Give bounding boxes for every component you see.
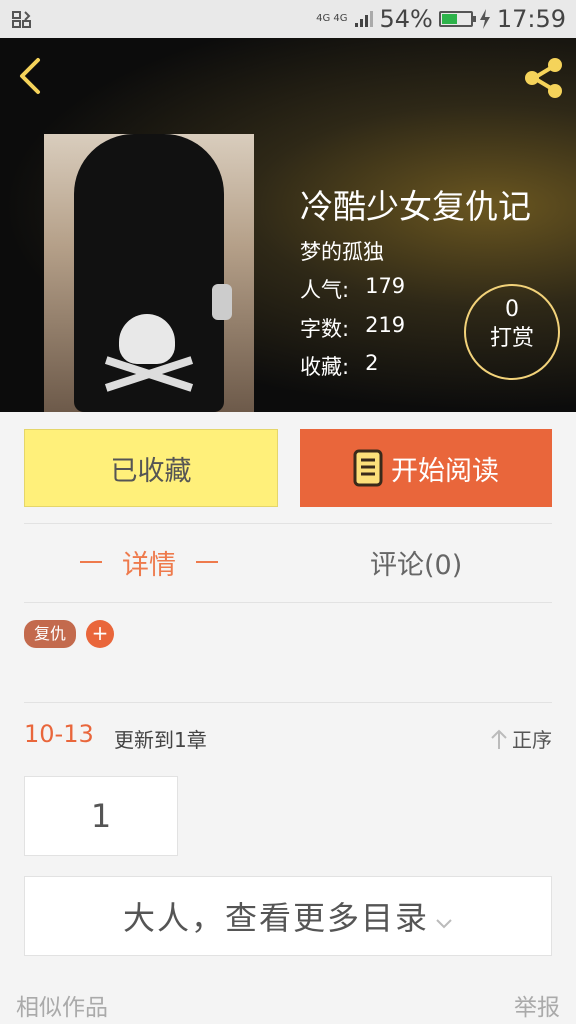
chevron-left-icon[interactable] xyxy=(14,56,46,96)
view-more-catalog-label: 大人，查看更多目录 xyxy=(122,899,429,937)
divider xyxy=(24,702,552,703)
divider xyxy=(24,523,552,524)
chapter-item[interactable]: 1 xyxy=(24,776,178,856)
network-type: 4G 4G xyxy=(316,13,348,24)
stat-label: 收藏: xyxy=(300,355,350,379)
stat-label: 字数: xyxy=(300,317,350,341)
charging-icon xyxy=(479,9,490,29)
add-tag-button[interactable]: + xyxy=(86,620,114,648)
stat-value: 179 xyxy=(365,274,406,298)
stat-value: 219 xyxy=(365,313,406,337)
sort-order-button[interactable]: 正序 xyxy=(490,724,552,753)
similar-works-heading: 相似作品 xyxy=(16,995,108,1021)
battery-icon xyxy=(438,11,476,27)
reward-button[interactable]: 0 打赏 xyxy=(464,284,560,380)
author-name[interactable]: 梦的孤独 xyxy=(300,236,384,266)
tab-details[interactable]: 详情 xyxy=(80,540,238,584)
book-icon xyxy=(353,449,383,487)
reward-count: 0 xyxy=(505,297,519,322)
signal-icon xyxy=(355,11,374,27)
stat-favorites: 收藏: 2 xyxy=(300,351,378,381)
book-cover[interactable] xyxy=(44,134,254,412)
battery-percent: 54% xyxy=(379,5,433,33)
favorited-button[interactable]: 已收藏 xyxy=(24,429,278,507)
report-link[interactable]: 举报 xyxy=(514,988,560,1022)
update-date: 10-13 xyxy=(24,720,94,748)
screen-icon xyxy=(12,11,31,28)
status-bar: 4G 4G 54% 17:59 xyxy=(0,0,576,38)
book-title: 冷酷少女复仇记 xyxy=(300,187,531,226)
tab-details-label: 详情 xyxy=(122,549,176,581)
reward-label: 打赏 xyxy=(489,326,534,351)
tag-chip[interactable]: 复仇 xyxy=(24,620,77,648)
start-reading-label: 开始阅读 xyxy=(391,455,499,487)
stat-popularity: 人气: 179 xyxy=(300,274,405,304)
start-reading-button[interactable]: 开始阅读 xyxy=(300,429,552,507)
book-header: 冷酷少女复仇记 梦的孤独 人气: 179 字数: 219 收藏: 2 0 打赏 xyxy=(0,38,576,412)
clock: 17:59 xyxy=(496,5,566,33)
stat-word-count: 字数: 219 xyxy=(300,313,405,343)
divider xyxy=(24,602,552,603)
tab-comments[interactable]: 评论(0) xyxy=(370,540,462,584)
arrow-up-icon xyxy=(491,729,507,749)
update-status: 更新到1章 xyxy=(114,728,207,752)
stat-label: 人气: xyxy=(300,278,350,302)
sort-order-label: 正序 xyxy=(512,728,552,752)
battery-level xyxy=(441,14,457,24)
chevron-down-icon xyxy=(436,919,452,929)
stat-value: 2 xyxy=(365,351,379,375)
share-icon[interactable] xyxy=(522,56,566,100)
view-more-catalog-button[interactable]: 大人，查看更多目录 xyxy=(24,876,552,956)
